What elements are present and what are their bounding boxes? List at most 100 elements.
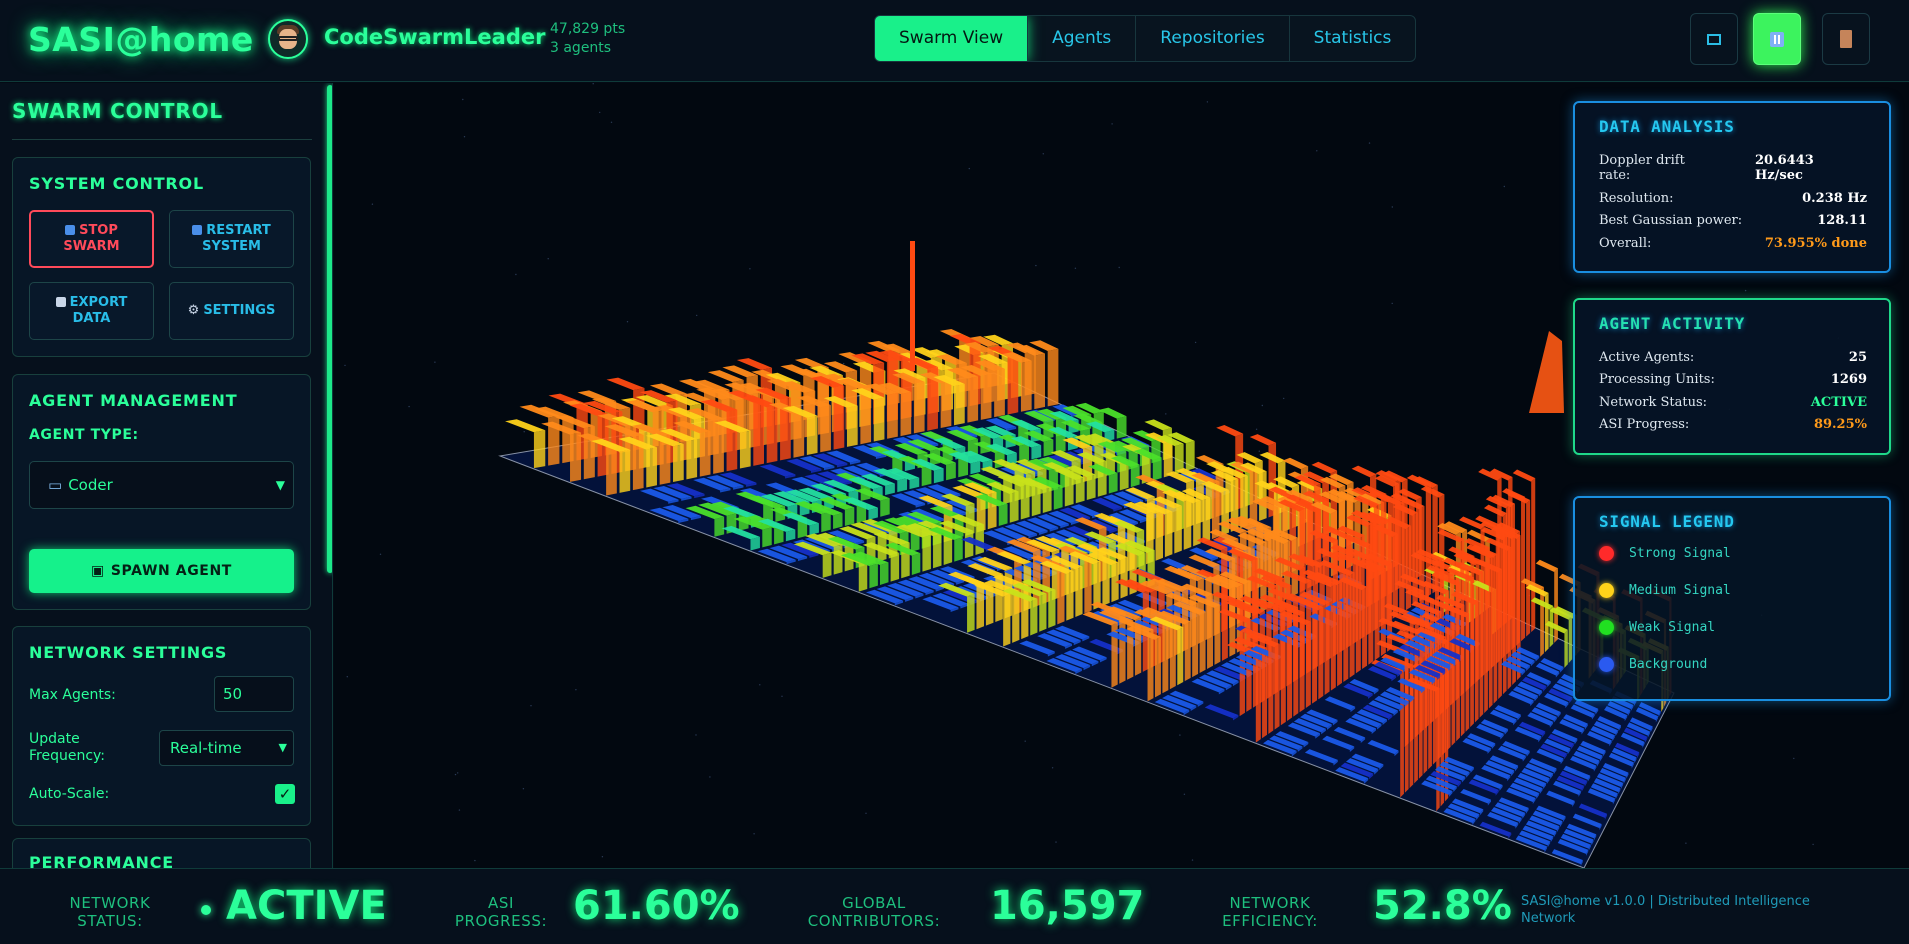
signal-bar [964, 530, 974, 559]
sidebar-title: SWARM CONTROL [12, 99, 223, 123]
signal-bar [686, 439, 698, 480]
stop-icon [65, 225, 76, 235]
tab-agents[interactable]: Agents [1028, 16, 1137, 61]
signal-bar [821, 511, 831, 533]
global-contributors-value: 16,597 [990, 883, 1145, 929]
signal-bar [1521, 496, 1526, 642]
settings-button[interactable]: ⚙ SETTINGS [169, 282, 294, 340]
signal-bar [1526, 499, 1531, 637]
door-icon [1840, 30, 1852, 48]
doppler-row: Doppler drift rate: 20.6443 Hz/sec [1599, 153, 1814, 183]
export-data-button[interactable]: EXPORT DATA [29, 282, 154, 340]
signal-bar [1086, 474, 1096, 501]
stop-swarm-button[interactable]: STOP SWARM [29, 210, 154, 268]
signal-bar [1362, 586, 1368, 670]
network-status-value: ACTIVE [226, 883, 387, 929]
active-agents-row: Active Agents: 25 [1599, 350, 1867, 365]
signal-bar [1152, 457, 1162, 481]
processing-units-row: Processing Units: 1269 [1599, 372, 1867, 387]
spawn-agent-button[interactable]: ▣ SPAWN AGENT [29, 549, 294, 593]
signal-bar [1564, 629, 1568, 668]
signal-bar [1554, 568, 1558, 643]
signal-bar [1374, 569, 1380, 661]
signal-bar [1287, 604, 1293, 721]
restart-icon [192, 225, 203, 235]
signal-bar [946, 462, 956, 481]
global-contributors-label: GLOBAL CONTRIBUTORS: [807, 894, 941, 930]
signal-bar [1330, 583, 1336, 691]
signal-bar [1280, 608, 1286, 726]
signal-bar [900, 391, 912, 437]
signal-bar [995, 573, 1003, 622]
signal-bar [1047, 348, 1059, 407]
tab-statistics[interactable]: Statistics [1290, 16, 1416, 61]
signal-bar [1440, 558, 1445, 715]
signal-bar [933, 533, 942, 569]
signal-bar [1199, 611, 1206, 674]
signal-bar [1535, 559, 1558, 573]
network-efficiency-value: 52.8% [1373, 883, 1512, 929]
signal-bar [1163, 440, 1173, 478]
update-frequency-label: Update Frequency: [29, 731, 106, 764]
signal-bar [1177, 627, 1184, 686]
tab-repositories[interactable]: Repositories [1136, 16, 1290, 61]
signal-bar [1119, 461, 1129, 491]
signal-bar [1030, 598, 1038, 636]
signal-bar [897, 478, 908, 493]
legend-item: Strong Signal [1629, 546, 1731, 561]
signal-bar [1351, 465, 1377, 478]
network-efficiency-label: NETWORK EFFICIENCY: [1222, 894, 1318, 930]
signal-bar [833, 385, 845, 450]
signal-bar [714, 516, 725, 537]
signal-bar [1470, 555, 1475, 688]
window-button[interactable] [1690, 13, 1738, 65]
signal-bar [833, 513, 843, 530]
update-frequency-select[interactable]: Real-time ▼ [159, 730, 294, 766]
signal-bar [1368, 557, 1374, 665]
signal-bar [1043, 439, 1054, 457]
signal-bar [967, 376, 979, 423]
signal-bar [954, 537, 963, 562]
signal-bar [975, 524, 984, 555]
app-logo[interactable]: SASI@home [28, 20, 254, 59]
auto-scale-checkbox[interactable]: ✓ [275, 784, 295, 804]
version-credit: SASI@home v1.0.0 | Distributed Intellige… [1521, 894, 1810, 926]
panel-title: NETWORK SETTINGS [29, 643, 228, 662]
signal-bar [1048, 589, 1056, 629]
signal-bar [922, 534, 931, 572]
agent-activity-panel: AGENT ACTIVITY Active Agents: 25 Process… [1573, 298, 1891, 455]
signal-bar [1531, 478, 1536, 633]
signal-bar [869, 563, 878, 589]
signal-bar [762, 527, 772, 548]
signal-bar [1174, 505, 1182, 554]
signal-bar [873, 397, 885, 442]
signal-bar [1305, 621, 1311, 708]
asi-progress-row: ASI Progress: 89.25% [1599, 417, 1867, 432]
signal-bar [1475, 561, 1480, 683]
signal-bar [846, 405, 858, 447]
user-agent-count: 3 agents [550, 40, 612, 56]
performance-panel: PERFORMANCE [12, 838, 311, 868]
restart-system-button[interactable]: RESTART SYSTEM [169, 210, 294, 268]
tab-swarm-view[interactable]: Swarm View [875, 16, 1029, 61]
signal-bar [699, 431, 711, 477]
signal-bar [793, 412, 805, 458]
exit-button[interactable] [1822, 13, 1870, 65]
agent-type-select[interactable]: ▭ Coder ▼ [29, 461, 294, 509]
signal-bar [1324, 601, 1330, 696]
signal-bar [1066, 571, 1074, 621]
window-icon [1707, 33, 1721, 45]
username[interactable]: CodeSwarmLeader [324, 25, 545, 49]
signal-bar [858, 560, 868, 592]
signal-bar [980, 373, 992, 420]
sidebar-scrollbar[interactable] [327, 85, 332, 573]
pause-button[interactable] [1753, 13, 1801, 65]
avatar[interactable] [268, 19, 308, 59]
signal-bar [1425, 483, 1432, 598]
signal-bar [739, 430, 751, 469]
signal-bar [1268, 638, 1274, 734]
data-analysis-panel: DATA ANALYSIS Doppler drift rate: 20.644… [1573, 101, 1891, 273]
signal-bar [911, 553, 921, 575]
signal-bar [820, 405, 831, 453]
max-agents-input[interactable]: 50 [214, 676, 294, 712]
